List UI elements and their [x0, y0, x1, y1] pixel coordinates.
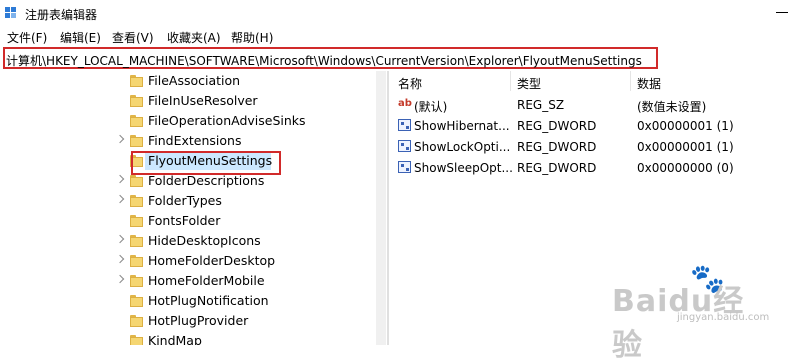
- tree-item-label: HotPlugProvider: [148, 313, 249, 328]
- folder-icon: [130, 195, 143, 207]
- tree-item-label: FolderTypes: [148, 193, 222, 208]
- tree-item[interactable]: FileAssociation: [0, 71, 387, 91]
- binary-value-icon: [398, 119, 411, 131]
- baidu-watermark: 🐾 Baidu经验 jingyan.baidu.com: [612, 262, 769, 363]
- tree-item-label: KindMap: [148, 333, 202, 345]
- tree-item-label: FileAssociation: [148, 73, 241, 88]
- tree-item-label: FindExtensions: [148, 133, 242, 148]
- value-data: 0x00000001 (1): [637, 119, 734, 133]
- tree-item-label: HomeFolderMobile: [148, 273, 265, 288]
- tree-item-label: FileInUseResolver: [148, 93, 258, 108]
- value-data: 0x00000000 (0): [637, 161, 734, 175]
- tree-item[interactable]: HomeFolderDesktop: [0, 251, 387, 271]
- value-name: (默认): [414, 100, 448, 114]
- chevron-right-icon[interactable]: [115, 174, 125, 184]
- minimize-button[interactable]: [770, 0, 792, 26]
- folder-icon: [130, 315, 143, 327]
- tree-item[interactable]: HideDesktopIcons: [0, 231, 387, 251]
- pane-splitter[interactable]: [387, 71, 389, 345]
- value-row[interactable]: ShowSleepOpt... REG_DWORD 0x00000000 (0): [390, 158, 792, 178]
- menu-favorites[interactable]: 收藏夹(A): [167, 29, 221, 46]
- value-type: REG_SZ: [517, 98, 565, 112]
- folder-icon: [130, 275, 143, 287]
- tree-item-label: FileOperationAdviseSinks: [148, 113, 306, 128]
- value-type: REG_DWORD: [517, 119, 597, 133]
- menu-bar: 文件(F) 编辑(E) 查看(V) 收藏夹(A) 帮助(H): [0, 27, 792, 47]
- menu-help[interactable]: 帮助(H): [231, 29, 273, 46]
- value-name: ShowLockOpti...: [414, 140, 511, 154]
- tree-item-label: HomeFolderDesktop: [148, 253, 276, 268]
- column-header-data[interactable]: 数据: [637, 75, 661, 92]
- value-data: 0x00000001 (1): [637, 140, 734, 154]
- value-type: REG_DWORD: [517, 140, 597, 154]
- value-row[interactable]: ShowLockOpti... REG_DWORD 0x00000001 (1): [390, 137, 792, 157]
- watermark-site: jingyan.baidu.com: [677, 312, 770, 323]
- folder-icon: [130, 115, 143, 127]
- column-header-type[interactable]: 类型: [517, 75, 541, 92]
- folder-icon: [130, 295, 143, 307]
- address-path[interactable]: 计算机\HKEY_LOCAL_MACHINE\SOFTWARE\Microsof…: [6, 52, 642, 69]
- address-bar[interactable]: 计算机\HKEY_LOCAL_MACHINE\SOFTWARE\Microsof…: [3, 47, 658, 69]
- tree-item[interactable]: HomeFolderMobile: [0, 271, 387, 291]
- column-divider[interactable]: [510, 71, 511, 91]
- tree-item[interactable]: FindExtensions: [0, 131, 387, 151]
- value-data: (数值未设置): [637, 100, 707, 114]
- menu-edit[interactable]: 编辑(E): [60, 29, 101, 46]
- title-bar: 注册表编辑器: [0, 0, 792, 26]
- binary-value-icon: [398, 140, 411, 152]
- value-name: ShowSleepOpt...: [414, 161, 513, 175]
- value-row[interactable]: ab (默认) REG_SZ (数值未设置): [390, 95, 792, 115]
- tree-scrollbar[interactable]: [376, 71, 386, 345]
- window-title: 注册表编辑器: [25, 8, 98, 22]
- value-name: ShowHibernat...: [414, 119, 510, 133]
- value-row[interactable]: ShowHibernat... REG_DWORD 0x00000001 (1): [390, 116, 792, 136]
- folder-icon: [130, 255, 143, 267]
- tree-item[interactable]: FileInUseResolver: [0, 91, 387, 111]
- tree-item[interactable]: KindMap: [0, 331, 387, 345]
- folder-icon: [130, 135, 143, 147]
- folder-icon: [130, 95, 143, 107]
- value-type: REG_DWORD: [517, 161, 597, 175]
- tree-item-label: FolderDescriptions: [148, 173, 265, 188]
- folder-icon: [130, 235, 143, 247]
- regedit-icon: [5, 7, 16, 18]
- column-header-name[interactable]: 名称: [398, 75, 422, 92]
- tree-item-label: HotPlugNotification: [148, 293, 269, 308]
- binary-value-icon: [398, 161, 411, 173]
- string-value-icon: ab: [398, 98, 412, 109]
- column-divider[interactable]: [630, 71, 631, 91]
- tree-item[interactable]: FileOperationAdviseSinks: [0, 111, 387, 131]
- folder-icon: [130, 75, 143, 87]
- selected-key-highlight-box: [131, 151, 281, 175]
- tree-item[interactable]: FontsFolder: [0, 211, 387, 231]
- chevron-right-icon[interactable]: [115, 274, 125, 284]
- tree-item-label: FontsFolder: [148, 213, 221, 228]
- folder-icon: [130, 335, 143, 345]
- tree-item[interactable]: HotPlugProvider: [0, 311, 387, 331]
- chevron-right-icon[interactable]: [115, 194, 125, 204]
- folder-icon: [130, 215, 143, 227]
- key-tree: FileAssociation FileInUseResolver FileOp…: [0, 71, 387, 345]
- menu-file[interactable]: 文件(F): [7, 29, 47, 46]
- tree-item-label: HideDesktopIcons: [148, 233, 261, 248]
- folder-icon: [130, 175, 143, 187]
- tree-item[interactable]: HotPlugNotification: [0, 291, 387, 311]
- chevron-right-icon[interactable]: [115, 254, 125, 264]
- chevron-right-icon[interactable]: [115, 134, 125, 144]
- chevron-right-icon[interactable]: [115, 234, 125, 244]
- tree-item[interactable]: FolderTypes: [0, 191, 387, 211]
- menu-view[interactable]: 查看(V): [112, 29, 154, 46]
